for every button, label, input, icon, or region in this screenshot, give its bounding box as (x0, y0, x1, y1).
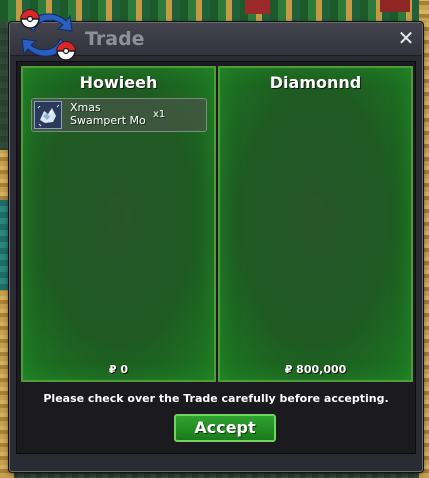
swampert-sprite-icon (34, 101, 62, 129)
close-button[interactable]: ✕ (396, 28, 416, 48)
trade-instruction-text: Please check over the Trade carefully be… (43, 392, 389, 405)
trade-item-quantity: x1 (153, 109, 166, 120)
accept-button[interactable]: Accept (174, 414, 276, 442)
map-roof-tile (245, 0, 270, 14)
trade-window: Trade ✕ Howieeh Xmas Swampert Mo x1 ₽ 0 … (9, 9, 423, 472)
map-water-left (0, 200, 9, 290)
window-title: Trade (85, 28, 145, 50)
player-name-right: Diamonnd (269, 73, 362, 92)
trade-item-slot[interactable]: Xmas Swampert Mo x1 (31, 98, 207, 132)
trade-exchange-icon (20, 9, 76, 61)
offer-panel-right: Diamonnd ₽ 800,000 (218, 66, 413, 382)
money-offer-right: ₽ 800,000 (284, 363, 347, 376)
map-roof-tile (380, 0, 410, 12)
trade-content: Howieeh Xmas Swampert Mo x1 ₽ 0 Diamonnd (16, 61, 416, 454)
offer-panel-left: Howieeh Xmas Swampert Mo x1 ₽ 0 (21, 66, 216, 382)
trade-item-name: Xmas Swampert Mo (70, 101, 146, 127)
money-offer-left: ₽ 0 (108, 363, 129, 376)
player-name-left: Howieeh (79, 73, 158, 92)
